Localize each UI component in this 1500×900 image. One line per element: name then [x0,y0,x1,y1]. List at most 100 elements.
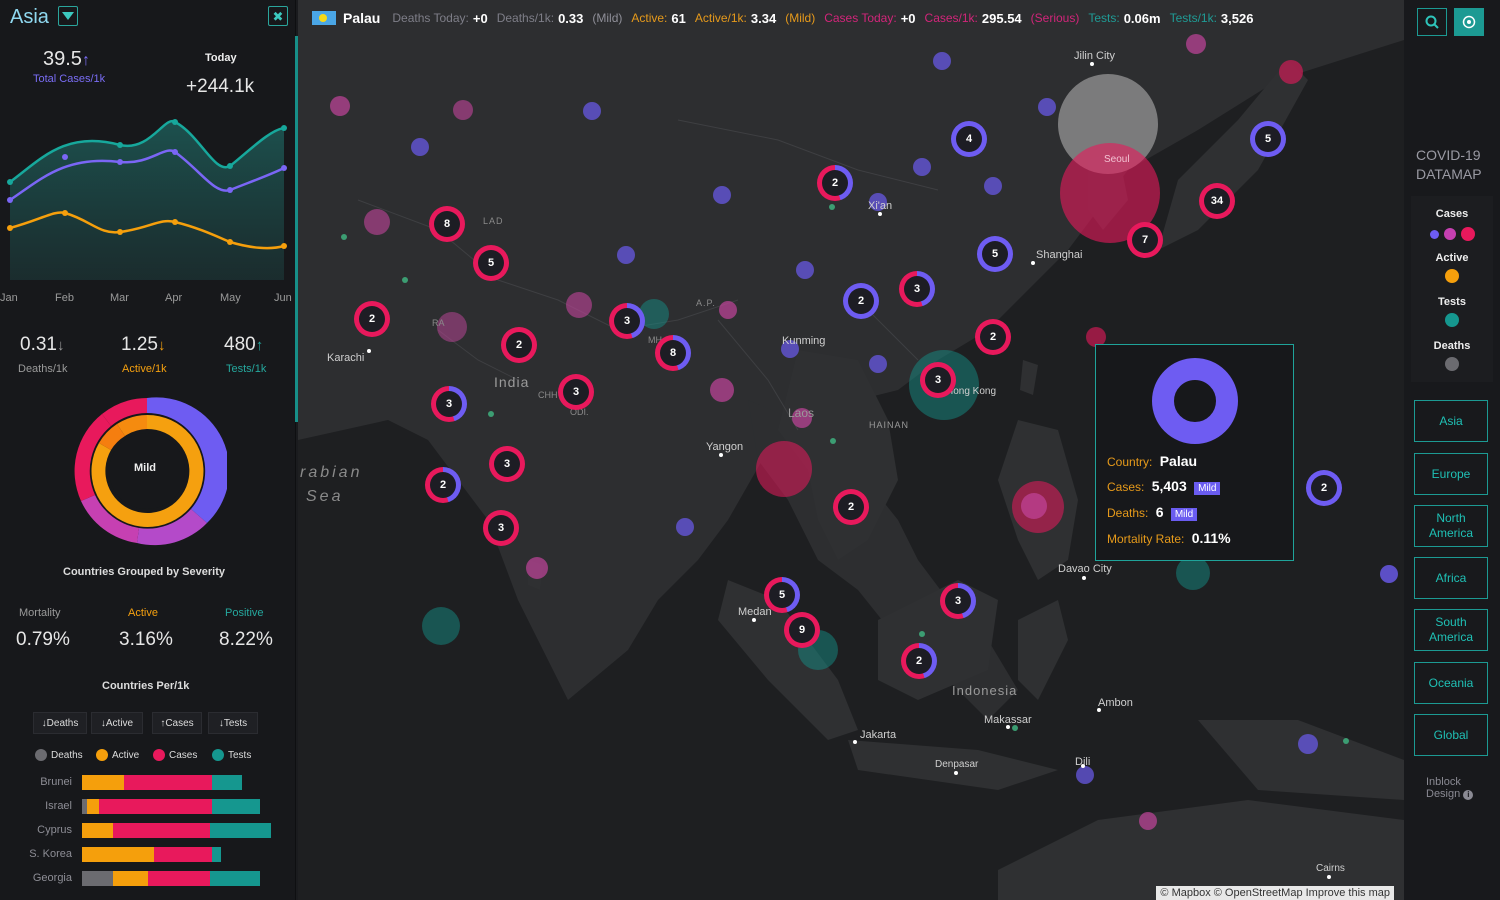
app-title: COVID-19 DATAMAP [1416,146,1482,184]
cluster-marker[interactable]: 2 [901,643,937,679]
cluster-marker[interactable]: 3 [920,362,956,398]
cluster-marker[interactable]: 3 [483,510,519,546]
deaths-bar-segment [82,871,113,886]
cluster-marker[interactable]: 3 [899,271,935,307]
cluster-marker[interactable]: 2 [833,489,869,525]
cluster-marker[interactable]: 3 [489,446,525,482]
cluster-marker[interactable]: 5 [473,245,509,281]
sort-tests-button[interactable]: ↓ Tests [208,712,258,734]
month-label: Jun [274,292,292,304]
cluster-marker[interactable]: 3 [609,303,645,339]
cluster-count: 3 [488,515,514,541]
cluster-count: 3 [614,308,640,334]
cluster-marker[interactable]: 2 [843,283,879,319]
cluster-marker[interactable]: 2 [501,327,537,363]
label-jakarta: Jakarta [860,729,897,741]
label-laos: Laos [788,406,815,420]
cluster-marker[interactable]: 3 [940,583,976,619]
sort-cases-button[interactable]: ↑ Cases [152,712,202,734]
legend-deaths-label: Deaths [51,749,83,761]
label-jilin: Jilin City [1074,50,1115,62]
deaths-1k-label: Deaths/1k: [496,11,555,25]
credit[interactable]: Inblock Design i [1426,776,1474,800]
legend-active: Active [96,749,139,761]
country-bar-row[interactable]: Georgia [0,871,296,887]
country-bar-row[interactable]: S. Korea [0,847,296,863]
deaths-dot [35,749,47,761]
active-dot [96,749,108,761]
cluster-count: 5 [769,582,795,608]
label-lad: LAD [483,216,504,226]
close-sidebar-button[interactable]: ✖ [268,6,288,26]
tooltip-mortality-label: Mortality Rate: [1107,532,1185,546]
region-north-america-button[interactable]: North America [1414,505,1488,547]
cluster-marker[interactable]: 3 [558,374,594,410]
tests-bar-segment [212,847,221,862]
legend-deaths: Deaths [35,749,83,761]
label-denpasar: Denpasar [935,759,979,770]
legend-cases-label: Cases [169,749,198,761]
cluster-marker[interactable]: 8 [429,206,465,242]
country-bar-row[interactable]: Cyprus [0,823,296,839]
cluster-marker[interactable]: 3 [431,386,467,422]
filter-button[interactable] [58,6,78,26]
mortality-label: Mortality [19,607,61,619]
cases-dot-large [1461,227,1475,241]
info-icon: i [1463,790,1474,800]
country-bar-stack [82,799,260,814]
region-global-button[interactable]: Global [1414,714,1488,756]
total-cases-label: Total Cases/1k [33,73,106,85]
cluster-marker[interactable]: 34 [1199,183,1235,219]
cluster-marker[interactable]: 5 [1250,121,1286,157]
search-button[interactable] [1417,8,1447,36]
country-name: Brunei [40,776,72,788]
donut-center-label: Mild [134,462,156,474]
sort-active-button[interactable]: ↓ Active [91,712,143,734]
cluster-count: 3 [945,588,971,614]
cluster-marker[interactable]: 8 [655,335,691,371]
sort-deaths-button[interactable]: ↓ Deaths [33,712,87,734]
map-attribution[interactable]: © Mapbox © OpenStreetMap Improve this ma… [1156,886,1394,900]
region-africa-button[interactable]: Africa [1414,557,1488,599]
cluster-marker[interactable]: 2 [975,319,1011,355]
cluster-marker[interactable]: 2 [425,467,461,503]
cluster-count: 3 [904,276,930,302]
cluster-marker[interactable]: 9 [784,612,820,648]
month-label: Jan [0,292,18,304]
cluster-count: 34 [1204,188,1230,214]
country-name: Israel [45,800,72,812]
cluster-marker[interactable]: 2 [354,301,390,337]
label-medan: Medan [738,606,772,618]
cluster-marker[interactable]: 7 [1127,222,1163,258]
cluster-count: 9 [789,617,815,643]
deaths-today-value: +0 [472,10,488,26]
region-south-america-button[interactable]: South America [1414,609,1488,651]
active-value: 61 [671,10,686,26]
cluster-marker[interactable]: 2 [1306,470,1342,506]
cluster-marker[interactable]: 5 [977,236,1013,272]
locate-button[interactable] [1454,8,1484,36]
region-oceania-button[interactable]: Oceania [1414,662,1488,704]
label-davao: Davao City [1058,563,1112,575]
cluster-marker[interactable]: 4 [951,121,987,157]
tooltip-deaths-label: Deaths: [1107,506,1149,520]
sort-deaths-label: Deaths [46,717,79,729]
deaths-1k-value: 0.33 [558,10,584,26]
deaths-per-1k-label: Deaths/1k [18,363,68,375]
tests-bar-segment [210,823,271,838]
cluster-count: 2 [906,648,932,674]
arrow-up-icon: ↑ [255,337,264,354]
label-raj: RA [432,318,445,328]
positive-value: 8.22% [219,629,273,650]
country-bar-row[interactable]: Israel [0,799,296,815]
label-dili: Dili [1075,756,1091,768]
cluster-marker[interactable]: 2 [817,165,853,201]
region-asia-button[interactable]: Asia [1414,400,1488,442]
cases-bar-segment [124,775,212,790]
region-europe-button[interactable]: Europe [1414,453,1488,495]
country-bar-row[interactable]: Brunei [0,775,296,791]
cases-bar-segment [154,847,212,862]
cluster-marker[interactable]: 5 [764,577,800,613]
cluster-count: 3 [436,391,462,417]
country-bar-stack [82,847,221,862]
